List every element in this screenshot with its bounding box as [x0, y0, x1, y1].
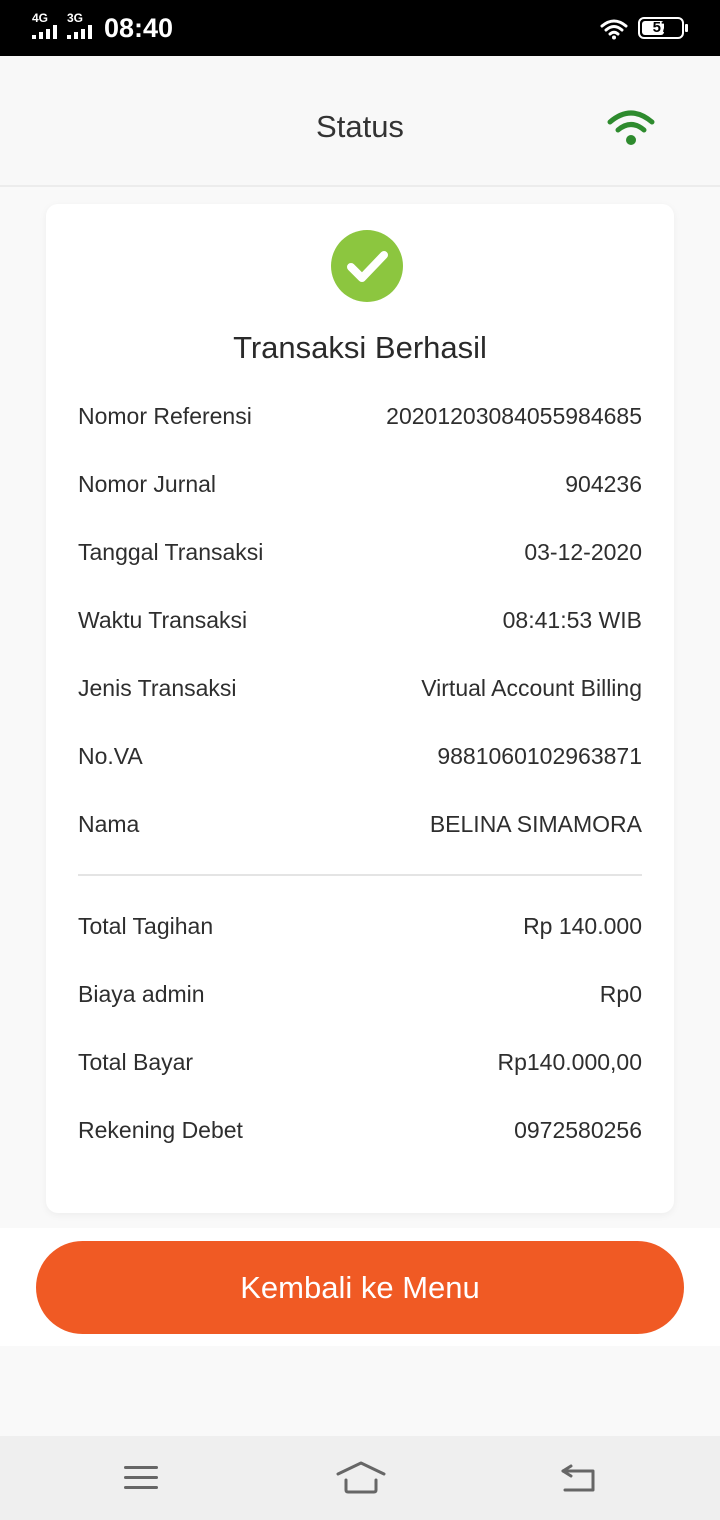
network-type-label: 3G [67, 11, 84, 25]
detail-value: 9881060102963871 [437, 743, 642, 769]
detail-value: 03-12-2020 [524, 539, 642, 565]
receipt-card: Transaksi Berhasil Nomor Referensi 20201… [46, 204, 674, 1213]
detail-value: 904236 [565, 471, 642, 497]
transaction-status-title: Transaksi Berhasil [233, 330, 487, 365]
amount-row-total-bill: Total Tagihan Rp 140.000 [78, 906, 642, 946]
detail-row-va: No.VA 9881060102963871 [78, 736, 642, 776]
detail-label: No.VA [78, 743, 143, 769]
back-to-menu-button[interactable]: Kembali ke Menu [36, 1241, 684, 1334]
detail-label: Waktu Transaksi [78, 607, 248, 633]
system-nav-bar [0, 1436, 720, 1520]
detail-value: BELINA SIMAMORA [429, 811, 642, 837]
amount-value: 0972580256 [514, 1117, 642, 1143]
amount-row-admin-fee: Biaya admin Rp0 [78, 974, 642, 1014]
signal-bars-icon [67, 25, 92, 39]
amount-row-total-paid: Total Bayar Rp140.000,00 [78, 1042, 642, 1082]
amount-label: Total Bayar [78, 1049, 194, 1075]
amount-row-debit-account: Rekening Debet 0972580256 [78, 1110, 642, 1150]
amount-value: Rp0 [599, 981, 642, 1007]
detail-label: Jenis Transaksi [78, 675, 237, 701]
divider [78, 874, 642, 876]
detail-row-name: Nama BELINA SIMAMORA [78, 804, 642, 844]
detail-value: Virtual Account Billing [421, 675, 642, 701]
detail-value: 20201203084055984685 [386, 403, 642, 429]
status-bar: 4G 3G 08:40 57 [0, 0, 720, 56]
detail-label: Nama [78, 811, 140, 837]
detail-row-date: Tanggal Transaksi 03-12-2020 [78, 532, 642, 572]
detail-row-type: Jenis Transaksi Virtual Account Billing [78, 668, 642, 708]
amount-label: Rekening Debet [78, 1117, 243, 1143]
wifi-icon [600, 19, 628, 40]
clock: 08:40 [104, 13, 174, 43]
check-circle-icon [331, 230, 403, 302]
amount-label: Total Tagihan [78, 913, 214, 939]
wifi-signal-icon [607, 110, 655, 145]
amount-label: Biaya admin [78, 981, 205, 1007]
amount-value: Rp 140.000 [523, 913, 642, 939]
detail-row-time: Waktu Transaksi 08:41:53 WIB [78, 600, 642, 640]
detail-label: Nomor Referensi [78, 403, 252, 429]
detail-row-reference: Nomor Referensi 20201203084055984685 [78, 396, 642, 436]
detail-row-journal: Nomor Jurnal 904236 [78, 464, 642, 504]
back-icon[interactable] [557, 1460, 601, 1496]
menu-icon[interactable] [119, 1460, 163, 1496]
detail-label: Nomor Jurnal [78, 471, 217, 497]
network-type-label: 4G [32, 11, 49, 25]
battery-icon: 57 [638, 17, 688, 39]
detail-value: 08:41:53 WIB [502, 607, 642, 633]
signal-bars-icon [32, 25, 57, 39]
battery-percent: 57 [652, 19, 670, 36]
amount-value: Rp140.000,00 [497, 1049, 642, 1075]
app-header: Status [0, 56, 720, 187]
home-icon[interactable] [336, 1460, 386, 1496]
detail-label: Tanggal Transaksi [78, 539, 264, 565]
bottom-action-area: Kembali ke Menu [0, 1228, 720, 1346]
